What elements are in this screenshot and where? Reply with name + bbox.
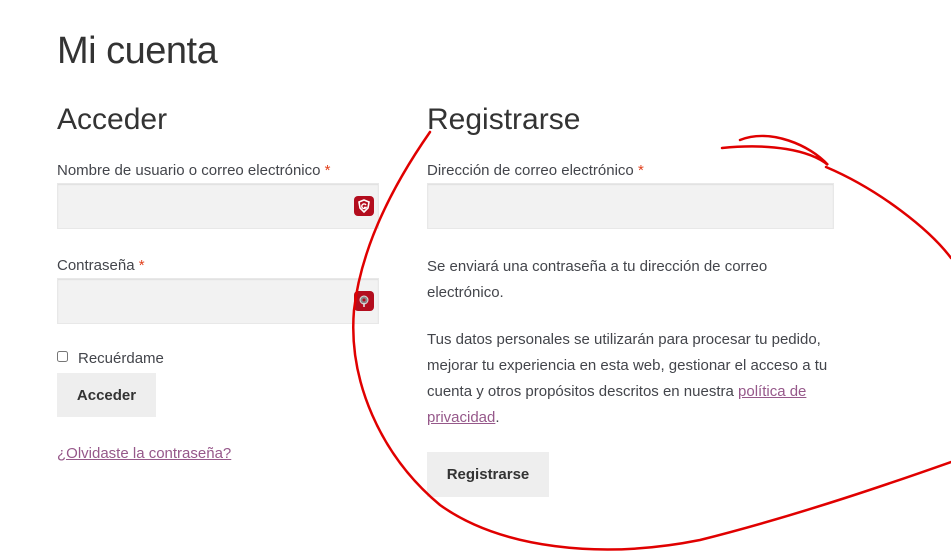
email-input[interactable] — [427, 183, 834, 229]
login-heading: Acceder — [57, 103, 168, 136]
remember-label: Recuérdame — [78, 350, 164, 367]
key-icon[interactable] — [354, 291, 374, 311]
email-label-text: Dirección de correo electrónico — [427, 162, 634, 179]
lost-password-link[interactable]: ¿Olvidaste la contraseña? — [57, 445, 231, 462]
register-heading: Registrarse — [427, 103, 581, 136]
privacy-notice: Tus datos personales se utilizarán para … — [427, 327, 837, 431]
register-button[interactable]: Registrarse — [427, 452, 549, 497]
username-label-text: Nombre de usuario o correo electrónico — [57, 162, 321, 179]
required-mark: * — [138, 257, 145, 274]
password-input[interactable] — [57, 278, 379, 324]
username-label: Nombre de usuario o correo electrónico * — [57, 162, 330, 179]
password-label-text: Contraseña — [57, 257, 135, 274]
password-notice: Se enviará una contraseña a tu dirección… — [427, 258, 768, 301]
email-label: Dirección de correo electrónico * — [427, 162, 644, 179]
shield-g-icon[interactable] — [354, 196, 374, 216]
username-input[interactable] — [57, 183, 379, 229]
password-label: Contraseña * — [57, 257, 145, 274]
page-title: Mi cuenta — [57, 30, 218, 72]
privacy-end: . — [495, 409, 500, 426]
required-mark: * — [324, 162, 331, 179]
remember-checkbox[interactable] — [57, 351, 68, 362]
required-mark: * — [637, 162, 644, 179]
login-button[interactable]: Acceder — [57, 373, 156, 417]
